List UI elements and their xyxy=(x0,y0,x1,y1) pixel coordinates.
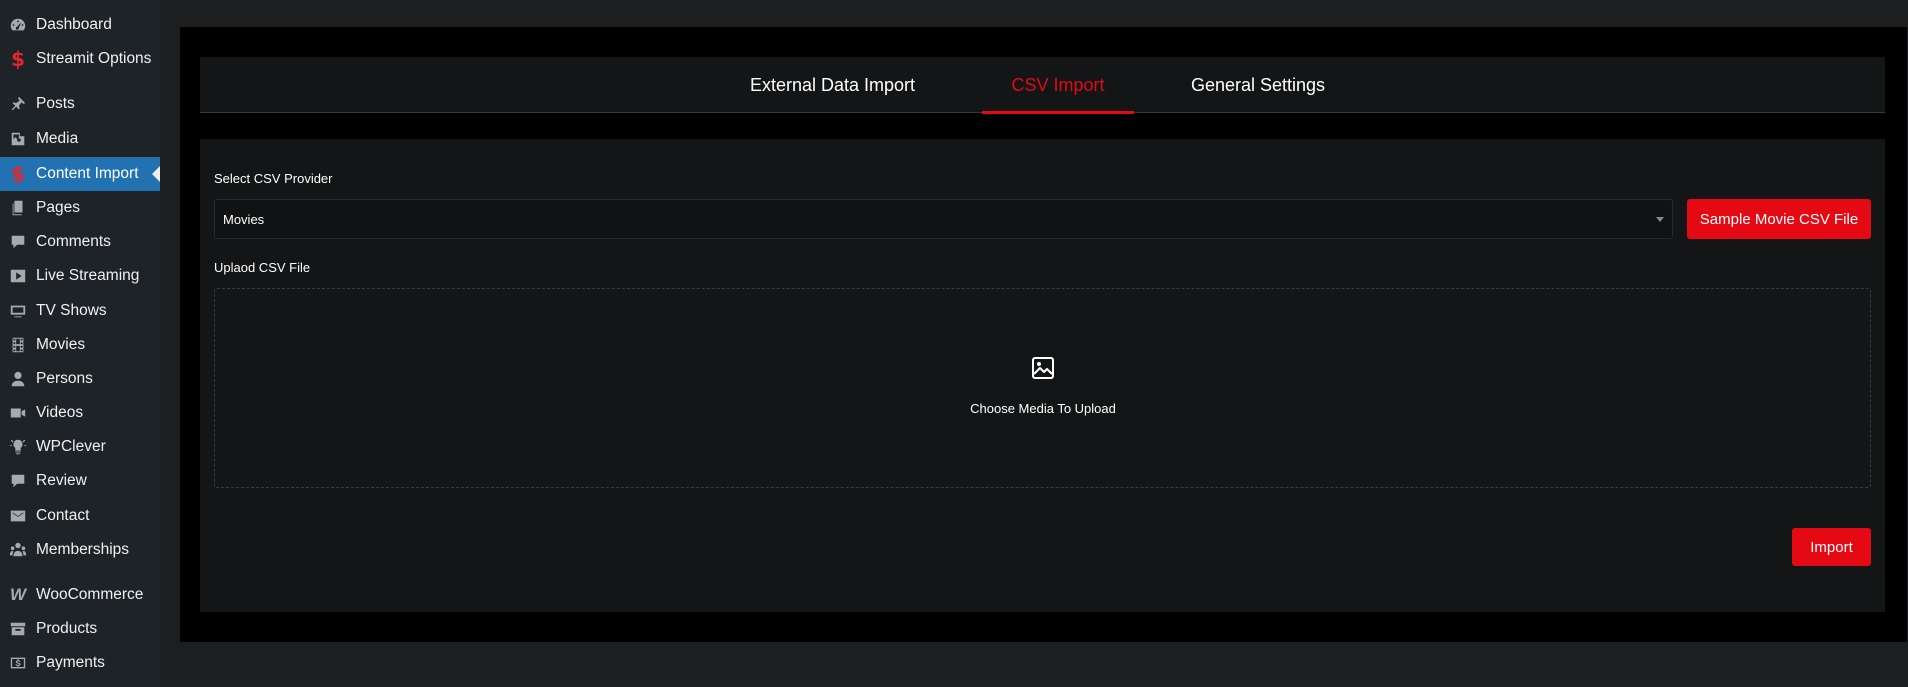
sidebar-item-comments[interactable]: Comments xyxy=(0,225,160,259)
sidebar-item-label: Live Streaming xyxy=(36,267,140,284)
sidebar-item-videos[interactable]: Videos xyxy=(0,396,160,430)
sidebar-item-label: Content Import xyxy=(36,165,139,182)
sidebar-item-label: Movies xyxy=(36,336,86,353)
sidebar-item-label: Pages xyxy=(36,199,80,216)
streamit-logo-icon: $ xyxy=(11,162,25,186)
tab-bar: External Data Import CSV Import General … xyxy=(200,57,1885,114)
upload-prompt[interactable]: Choose Media To Upload xyxy=(900,401,1186,416)
tab-label: General Settings xyxy=(1190,74,1326,95)
sidebar-item-label: WPClever xyxy=(36,438,106,455)
sidebar-item-streamit-options[interactable]: $ Streamit Options xyxy=(0,42,160,76)
sidebar-item-label: TV Shows xyxy=(36,302,107,319)
tab-external-data-import[interactable]: External Data Import xyxy=(740,57,925,113)
lightbulb-icon xyxy=(0,438,36,456)
dashboard-icon xyxy=(0,16,36,34)
sidebar-item-woocommerce[interactable]: W WooCommerce xyxy=(0,578,160,612)
sidebar-item-memberships[interactable]: Memberships xyxy=(0,533,160,567)
csv-provider-select[interactable]: Movies xyxy=(214,199,1673,239)
sidebar-item-label: Videos xyxy=(36,404,84,421)
sidebar-item-label: Posts xyxy=(36,95,75,112)
mail-icon xyxy=(0,507,36,525)
person-icon xyxy=(0,370,36,388)
upload-label: Uplaod CSV File xyxy=(214,260,311,275)
woocommerce-icon: W xyxy=(9,585,27,604)
sidebar-item-label: Review xyxy=(36,472,87,489)
sidebar-item-label: Media xyxy=(36,130,79,147)
media-icon xyxy=(0,130,36,148)
play-icon xyxy=(0,267,36,285)
sidebar-item-label: Streamit Options xyxy=(36,50,152,67)
caret-down-icon xyxy=(1656,217,1664,222)
pages-icon xyxy=(0,199,36,217)
image-icon xyxy=(1032,357,1054,379)
sample-csv-button[interactable]: Sample Movie CSV File xyxy=(1687,199,1871,239)
sidebar-item-live-streaming[interactable]: Live Streaming xyxy=(0,259,160,293)
import-button[interactable]: Import xyxy=(1792,528,1871,566)
sidebar-item-contact[interactable]: Contact xyxy=(0,499,160,533)
select-value: Movies xyxy=(223,211,265,227)
sidebar-item-tv-shows[interactable]: TV Shows xyxy=(0,294,160,328)
sidebar-item-dashboard[interactable]: Dashboard xyxy=(0,8,160,42)
pin-icon xyxy=(0,95,36,113)
sidebar-item-label: WooCommerce xyxy=(36,586,144,603)
archive-icon xyxy=(0,620,36,638)
groups-icon xyxy=(0,541,36,559)
sidebar-item-products[interactable]: Products xyxy=(0,612,160,646)
sidebar-item-media[interactable]: Media xyxy=(0,122,160,156)
sidebar-item-label: Comments xyxy=(36,233,111,250)
sidebar-item-label: Payments xyxy=(36,654,105,671)
comment-icon xyxy=(0,233,36,251)
sidebar-item-label: Memberships xyxy=(36,541,130,558)
sidebar-item-label: Dashboard xyxy=(36,16,112,33)
tv-icon xyxy=(0,302,36,320)
sidebar-item-movies[interactable]: Movies xyxy=(0,328,160,362)
film-icon xyxy=(0,336,36,354)
sidebar-item-payments[interactable]: Payments xyxy=(0,646,160,680)
video-camera-icon xyxy=(0,404,36,422)
streamit-logo-icon: $ xyxy=(11,47,25,71)
sidebar-item-label: Persons xyxy=(36,370,93,387)
dollar-icon xyxy=(0,654,36,672)
upload-dropzone[interactable] xyxy=(214,288,1871,488)
sidebar-item-pages[interactable]: Pages xyxy=(0,191,160,225)
sidebar-item-wpclever[interactable]: WPClever xyxy=(0,430,160,464)
sidebar-item-posts[interactable]: Posts xyxy=(0,87,160,121)
tab-general-settings[interactable]: General Settings xyxy=(1185,57,1331,113)
sidebar-item-label: Products xyxy=(36,620,98,637)
tab-label: CSV Import xyxy=(1011,74,1105,95)
sidebar-item-content-import[interactable]: $ Content Import xyxy=(0,157,160,191)
tab-csv-import[interactable]: CSV Import xyxy=(982,57,1134,114)
sidebar-item-persons[interactable]: Persons xyxy=(0,362,160,396)
provider-label: Select CSV Provider xyxy=(214,171,333,186)
tab-label: External Data Import xyxy=(749,74,916,95)
admin-sidebar: Dashboard $ Streamit Options Posts Media… xyxy=(0,0,160,687)
sidebar-item-label: Contact xyxy=(36,507,90,524)
comment-icon xyxy=(0,472,36,490)
sidebar-item-review[interactable]: Review xyxy=(0,464,160,498)
